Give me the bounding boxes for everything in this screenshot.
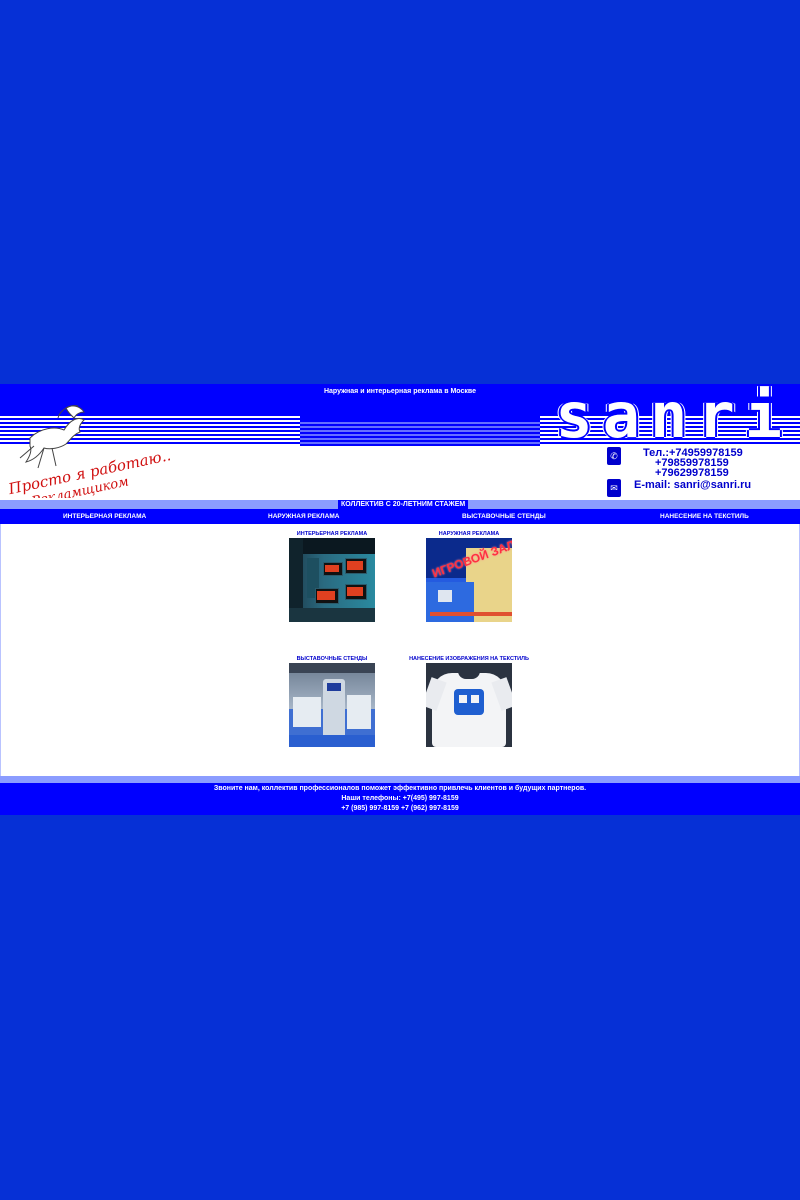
- footer-bar: [0, 776, 800, 783]
- phone-icon: ✆: [607, 447, 621, 465]
- site-container: Наружная и интерьерная реклама в Москве …: [0, 384, 800, 815]
- card-caption[interactable]: НАРУЖНАЯ РЕКЛАМА: [409, 530, 529, 538]
- footer-phones-2: +7 (985) 997-8159 +7 (962) 997-8159: [341, 805, 459, 812]
- card-caption[interactable]: ИНТЕРЬЕРНАЯ РЕКЛАМА: [272, 530, 392, 538]
- contacts: ✆ Тел.:+74959978159 +79859978159 +796299…: [600, 446, 800, 500]
- header-stripes-middle: [300, 420, 540, 446]
- nav-item-exhibition[interactable]: ВЫСТАВОЧНЫЕ СТЕНДЫ: [462, 509, 546, 524]
- phone-3: +79629978159: [655, 467, 729, 479]
- footer-text: Звоните нам, коллектив профессионалов по…: [213, 785, 587, 792]
- card-outdoor[interactable]: НАРУЖНАЯ РЕКЛАМА ИГРОВОЙ ЗАЛ: [409, 530, 529, 622]
- logo[interactable]: Просто я работаю... Рекламщиком: [0, 398, 170, 498]
- tagline: КОЛЛЕКТИВ С 20-ЛЕТНИМ СТАЖЕМ: [338, 500, 469, 509]
- brand-name: sanri: [555, 384, 792, 452]
- logo-script-text: Просто я работаю... Рекламщиком: [6, 445, 170, 498]
- email-link[interactable]: E-mail: sanri@sanri.ru: [634, 479, 751, 491]
- nav-item-textile[interactable]: НАНЕСЕНИЕ НА ТЕКСТИЛЬ: [660, 509, 749, 524]
- content-area: ИНТЕРЬЕРНАЯ РЕКЛАМА НАРУЖНАЯ РЕКЛАМА ИГР…: [0, 524, 800, 776]
- nav-item-interior[interactable]: ИНТЕРЬЕРНАЯ РЕКЛАМА: [63, 509, 146, 524]
- footer-phones-1: Наши телефоны: +7(495) 997-8159: [341, 795, 459, 802]
- mail-icon: ✉: [607, 479, 621, 497]
- footer: Звоните нам, коллектив профессионалов по…: [0, 783, 800, 815]
- outdoor-ad-image[interactable]: ИГРОВОЙ ЗАЛ: [426, 538, 512, 622]
- card-interior[interactable]: ИНТЕРЬЕРНАЯ РЕКЛАМА: [272, 530, 392, 622]
- card-textile[interactable]: НАНЕСЕНИЕ ИЗОБРАЖЕНИЯ НА ТЕКСТИЛЬ: [409, 655, 529, 747]
- header: Наружная и интерьерная реклама в Москве …: [0, 384, 800, 500]
- textile-print-image[interactable]: [426, 663, 512, 747]
- nav-item-outdoor[interactable]: НАРУЖНАЯ РЕКЛАМА: [268, 509, 339, 524]
- card-caption[interactable]: НАНЕСЕНИЕ ИЗОБРАЖЕНИЯ НА ТЕКСТИЛЬ: [409, 655, 529, 663]
- card-exhibition[interactable]: ВЫСТАВОЧНЫЕ СТЕНДЫ: [272, 655, 392, 747]
- main-nav: ИНТЕРЬЕРНАЯ РЕКЛАМА НАРУЖНАЯ РЕКЛАМА ВЫС…: [0, 509, 800, 524]
- exhibition-stand-image[interactable]: [289, 663, 375, 747]
- interior-ad-image[interactable]: [289, 538, 375, 622]
- card-caption[interactable]: ВЫСТАВОЧНЫЕ СТЕНДЫ: [272, 655, 392, 663]
